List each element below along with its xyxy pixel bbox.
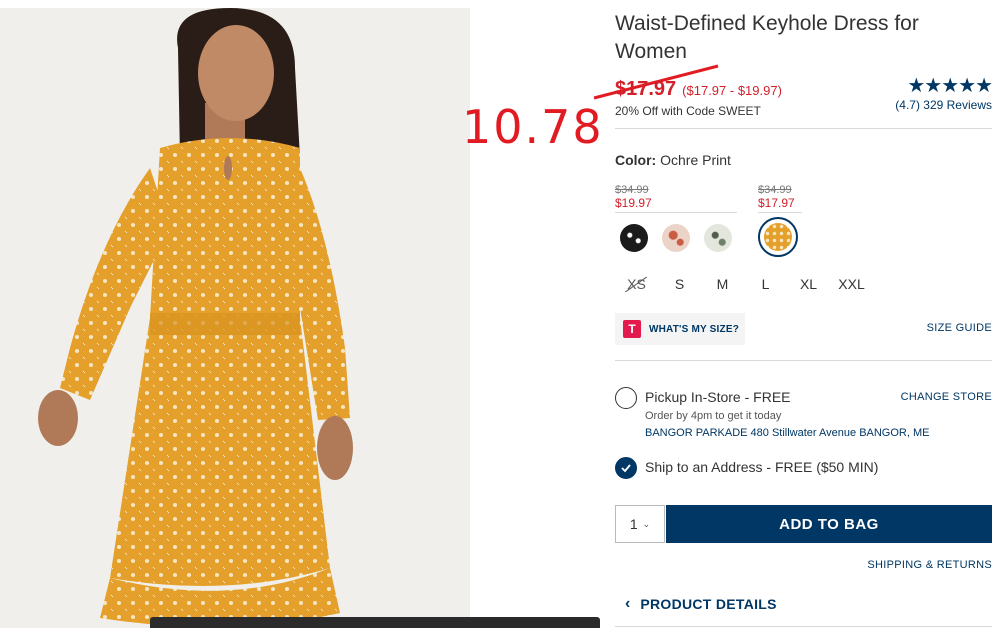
size-option-m[interactable]: M xyxy=(701,276,744,292)
true-fit-icon: T xyxy=(623,320,641,338)
rating-summary[interactable]: ★★★★★ (4.7) 329 Reviews xyxy=(895,76,992,112)
divider xyxy=(615,128,992,129)
divider xyxy=(615,360,992,361)
whats-my-size-label: WHAT'S MY SIZE? xyxy=(649,323,740,335)
checkmark-icon xyxy=(621,464,631,473)
product-page: 10.78 Waist-Defined Keyhole Dress for Wo… xyxy=(0,0,992,628)
selected-color-name: Ochre Print xyxy=(660,152,731,168)
size-selector: XS S M L XL XXL xyxy=(615,276,873,292)
size-option-xs[interactable]: XS xyxy=(615,276,658,292)
size-option-s[interactable]: S xyxy=(658,276,701,292)
original-price: $34.99 xyxy=(615,184,649,196)
product-image[interactable] xyxy=(0,8,470,628)
ship-option-title: Ship to an Address - FREE ($50 MIN) xyxy=(645,459,879,475)
color-swatch-black[interactable] xyxy=(620,224,648,252)
size-option-xl[interactable]: XL xyxy=(787,276,830,292)
whats-my-size-button[interactable]: T WHAT'S MY SIZE? xyxy=(615,313,745,345)
pickup-option-title: Pickup In-Store - FREE xyxy=(645,389,791,405)
price-range: ($17.97 - $19.97) xyxy=(682,83,782,98)
divider xyxy=(615,626,992,627)
chevron-down-icon: ⌄ xyxy=(642,518,651,529)
sale-price: $17.97 xyxy=(615,78,677,100)
color-swatch-ochre-print[interactable] xyxy=(764,223,792,251)
product-title: Waist-Defined Keyhole Dress for Women xyxy=(615,12,919,63)
reviews-link[interactable]: (4.7) 329 Reviews xyxy=(895,98,992,112)
product-details-toggle[interactable]: ‹ PRODUCT DETAILS xyxy=(625,595,777,613)
size-guide-link[interactable]: SIZE GUIDE xyxy=(927,322,992,334)
promo-banner-strip xyxy=(150,617,600,628)
group-sale-price: $19.97 xyxy=(615,196,652,210)
color-selector-label: Color: Ochre Print xyxy=(615,152,731,168)
size-option-l[interactable]: L xyxy=(744,276,787,292)
color-swatch-coral-floral[interactable] xyxy=(662,224,690,252)
handwritten-price-annotation: 10.78 xyxy=(462,100,604,154)
price-group-1: $34.99 $19.97 xyxy=(615,184,737,213)
price-group-2: $34.99 $17.97 xyxy=(758,184,802,213)
model-illustration xyxy=(0,8,470,628)
original-price: $34.99 xyxy=(758,184,792,196)
quantity-value: 1 xyxy=(629,516,638,532)
ship-radio[interactable] xyxy=(615,457,637,479)
color-swatch-sage-floral[interactable] xyxy=(704,224,732,252)
chevron-left-icon: ‹ xyxy=(625,595,631,612)
pickup-cutoff-text: Order by 4pm to get it today xyxy=(645,410,782,422)
add-to-bag-button[interactable]: ADD TO BAG xyxy=(666,505,992,543)
size-option-xxl[interactable]: XXL xyxy=(830,276,873,292)
pickup-store-address[interactable]: BANGOR PARKADE 480 Stillwater Avenue BAN… xyxy=(645,427,929,439)
quantity-select[interactable]: 1 ⌄ xyxy=(615,505,665,543)
star-rating-icon: ★★★★★ xyxy=(907,75,992,97)
price-row: $17.97 ($17.97 - $19.97) xyxy=(615,78,782,101)
promo-code-text: 20% Off with Code SWEET xyxy=(615,104,761,118)
change-store-link[interactable]: CHANGE STORE xyxy=(901,391,992,403)
pickup-radio[interactable] xyxy=(615,387,637,409)
shipping-returns-link[interactable]: SHIPPING & RETURNS xyxy=(867,559,992,571)
product-details-label: PRODUCT DETAILS xyxy=(640,596,777,612)
group-sale-price: $17.97 xyxy=(758,196,795,210)
